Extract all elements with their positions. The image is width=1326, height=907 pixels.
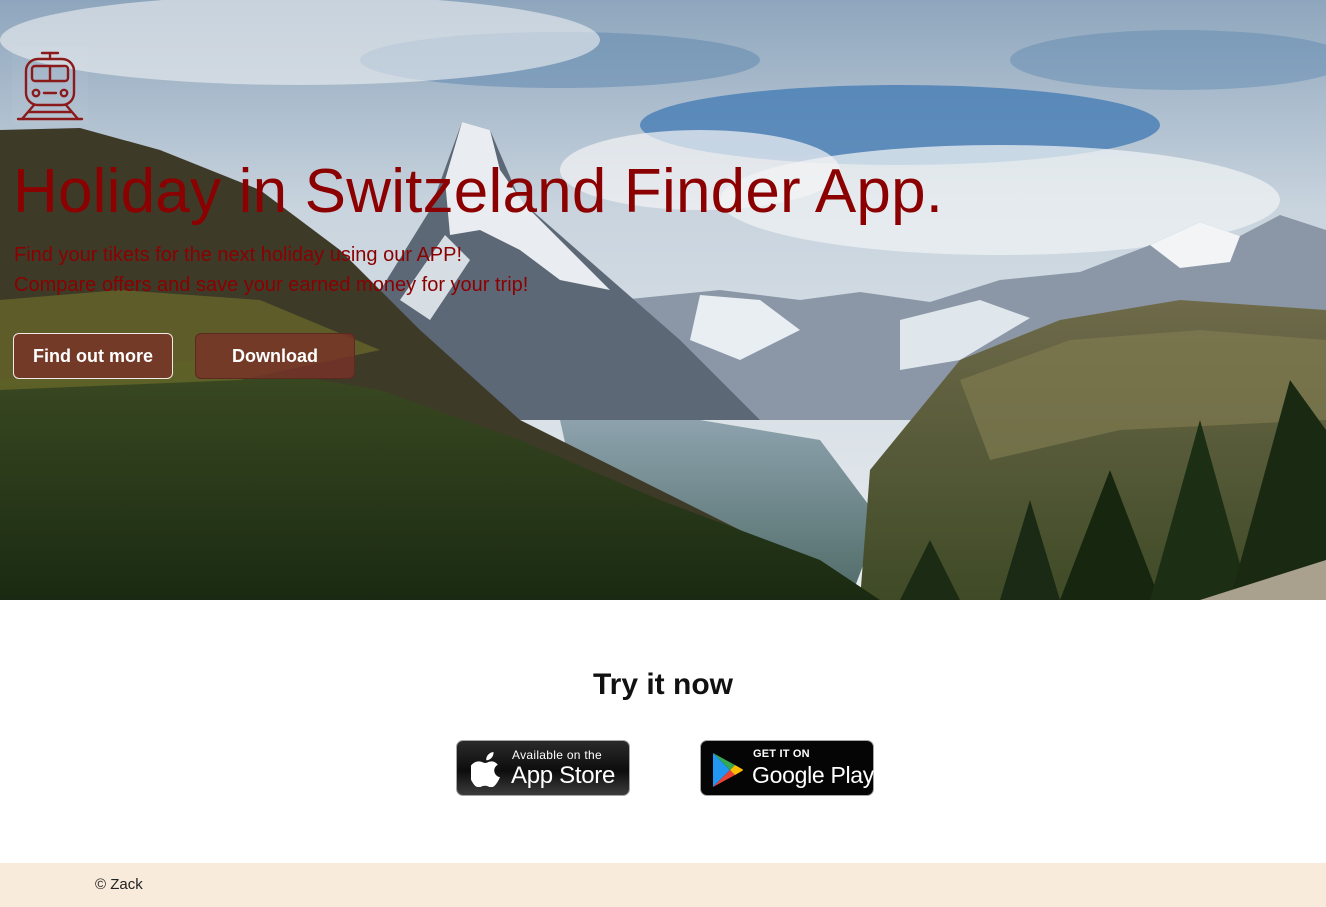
app-store-big-text: App Store — [511, 762, 616, 789]
apple-icon — [471, 752, 500, 787]
find-out-more-button[interactable]: Find out more — [13, 333, 173, 379]
hero-subtitle-line-1: Find your tikets for the next holiday us… — [14, 244, 463, 266]
footer: © Zack — [0, 863, 1326, 907]
google-play-badge[interactable]: GET IT ON Google Play — [700, 740, 874, 796]
hero-subtitle: Find your tikets for the next holiday us… — [14, 240, 528, 300]
download-button[interactable]: Download — [195, 333, 355, 379]
google-play-big-text: Google Play — [752, 762, 874, 788]
hero-subtitle-line-2: Compare offers and save your earned mone… — [14, 274, 529, 296]
hero-background-image — [0, 0, 1326, 600]
footer-copyright: © Zack — [95, 876, 143, 893]
app-store-badge[interactable]: Available on the App Store — [456, 740, 630, 796]
hero-title: Holiday in Switzeland Finder App. — [13, 157, 944, 226]
google-play-small-text: GET IT ON — [753, 748, 810, 760]
try-it-now-heading: Try it now — [592, 668, 733, 701]
train-logo-icon — [12, 46, 88, 124]
google-play-icon — [713, 753, 743, 787]
hero-section: Holiday in Switzeland Finder App. Find y… — [0, 0, 1326, 600]
app-store-small-text: Available on the — [512, 748, 602, 762]
